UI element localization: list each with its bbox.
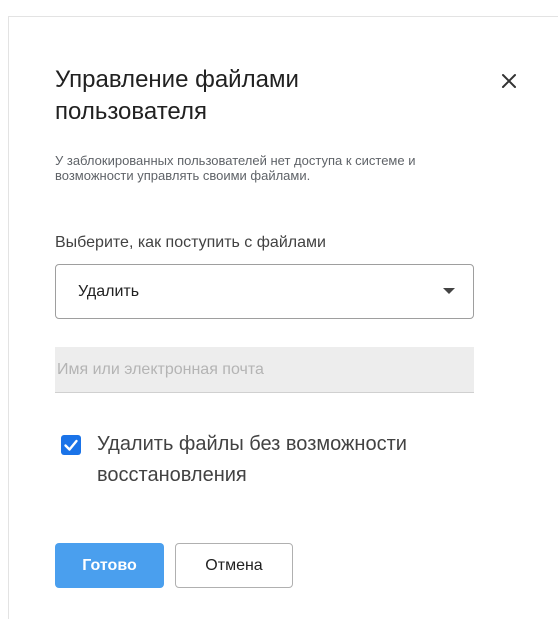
file-action-select-value: Удалить — [78, 283, 140, 300]
action-select-label: Выберите, как поступить с файлами — [55, 234, 326, 251]
close-button[interactable] — [497, 69, 521, 93]
delete-permanently-checkbox[interactable] — [61, 435, 81, 455]
user-email-input[interactable] — [55, 347, 474, 393]
dialog-description: У заблокированных пользователей нет дост… — [55, 153, 416, 183]
dropdown-arrow-icon — [443, 288, 455, 294]
done-button[interactable]: Готово — [55, 543, 164, 588]
delete-permanently-label[interactable]: Удалить файлы без возможности восстановл… — [97, 429, 497, 491]
file-action-select[interactable]: Удалить — [55, 264, 474, 319]
manage-files-dialog: Управление файлами пользователя У заблок… — [8, 16, 558, 619]
check-icon — [64, 439, 78, 451]
dialog-title: Управление файлами пользователя — [55, 66, 299, 125]
close-icon — [502, 74, 516, 88]
cancel-button[interactable]: Отмена — [175, 543, 293, 588]
